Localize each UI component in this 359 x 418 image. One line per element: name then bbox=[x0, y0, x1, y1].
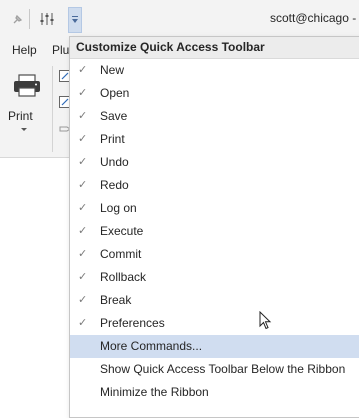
menu-item-label: Commit bbox=[100, 247, 142, 261]
menu-item-label: New bbox=[100, 63, 125, 77]
check-icon: ✓ bbox=[78, 271, 88, 283]
toolbar-separator bbox=[29, 9, 30, 29]
menu-item-label: More Commands... bbox=[100, 339, 203, 353]
check-icon: ✓ bbox=[78, 133, 88, 145]
menu-item-label: Print bbox=[100, 132, 125, 146]
menu-item-undo[interactable]: ✓ Undo bbox=[70, 151, 359, 174]
tab-help[interactable]: Help bbox=[12, 43, 37, 57]
menu-item-redo[interactable]: ✓ Redo bbox=[70, 174, 359, 197]
menu-item-save[interactable]: ✓ Save bbox=[70, 105, 359, 128]
menu-item-execute[interactable]: ✓ Execute bbox=[70, 220, 359, 243]
menu-item-label: Preferences bbox=[100, 316, 165, 330]
print-label: Print bbox=[8, 109, 33, 123]
title-bar: scott@chicago - P bbox=[0, 0, 359, 37]
menu-item-label: Undo bbox=[100, 155, 129, 169]
show-below-ribbon-item[interactable]: Show Quick Access Toolbar Below the Ribb… bbox=[70, 358, 359, 381]
menu-item-print[interactable]: ✓ Print bbox=[70, 128, 359, 151]
customize-qat-menu: Customize Quick Access Toolbar ✓ New ✓ O… bbox=[69, 36, 359, 418]
check-icon: ✓ bbox=[78, 202, 88, 214]
check-icon: ✓ bbox=[78, 64, 88, 76]
tune-icon[interactable] bbox=[36, 8, 58, 30]
menu-item-preferences[interactable]: ✓ Preferences bbox=[70, 312, 359, 335]
check-icon: ✓ bbox=[78, 225, 88, 237]
customize-dropdown-icon[interactable] bbox=[68, 7, 82, 33]
menu-header-label: Customize Quick Access Toolbar bbox=[76, 40, 265, 54]
check-icon: ✓ bbox=[78, 87, 88, 99]
printer-icon bbox=[14, 74, 40, 97]
chevron-down-icon bbox=[21, 128, 27, 131]
check-icon: ✓ bbox=[78, 110, 88, 122]
menu-item-open[interactable]: ✓ Open bbox=[70, 82, 359, 105]
menu-item-label: Open bbox=[100, 86, 130, 100]
pin-icon[interactable] bbox=[7, 8, 29, 30]
menu-item-label: Save bbox=[100, 109, 128, 123]
check-icon: ✓ bbox=[78, 248, 88, 260]
window-title: scott@chicago - P bbox=[270, 11, 359, 25]
menu-item-label: Break bbox=[100, 293, 132, 307]
print-button[interactable]: Print bbox=[8, 73, 48, 143]
tab-plugins[interactable]: Plu bbox=[52, 43, 69, 57]
menu-item-label: Show Quick Access Toolbar Below the Ribb… bbox=[100, 362, 346, 376]
check-icon: ✓ bbox=[78, 179, 88, 191]
menu-item-rollback[interactable]: ✓ Rollback bbox=[70, 266, 359, 289]
menu-item-label: Execute bbox=[100, 224, 144, 238]
mouse-cursor-icon bbox=[259, 311, 272, 330]
check-icon: ✓ bbox=[78, 317, 88, 329]
ribbon-separator bbox=[52, 66, 53, 152]
menu-item-label: Rollback bbox=[100, 270, 147, 284]
menu-item-label: Minimize the Ribbon bbox=[100, 385, 209, 399]
menu-header: Customize Quick Access Toolbar bbox=[70, 37, 359, 59]
menu-item-new[interactable]: ✓ New bbox=[70, 59, 359, 82]
menu-item-commit[interactable]: ✓ Commit bbox=[70, 243, 359, 266]
check-icon: ✓ bbox=[78, 156, 88, 168]
menu-item-log-on[interactable]: ✓ Log on bbox=[70, 197, 359, 220]
menu-item-break[interactable]: ✓ Break bbox=[70, 289, 359, 312]
menu-item-label: Redo bbox=[100, 178, 129, 192]
menu-item-label: Log on bbox=[100, 201, 137, 215]
more-commands-item[interactable]: More Commands... bbox=[70, 335, 359, 358]
check-icon: ✓ bbox=[78, 294, 88, 306]
